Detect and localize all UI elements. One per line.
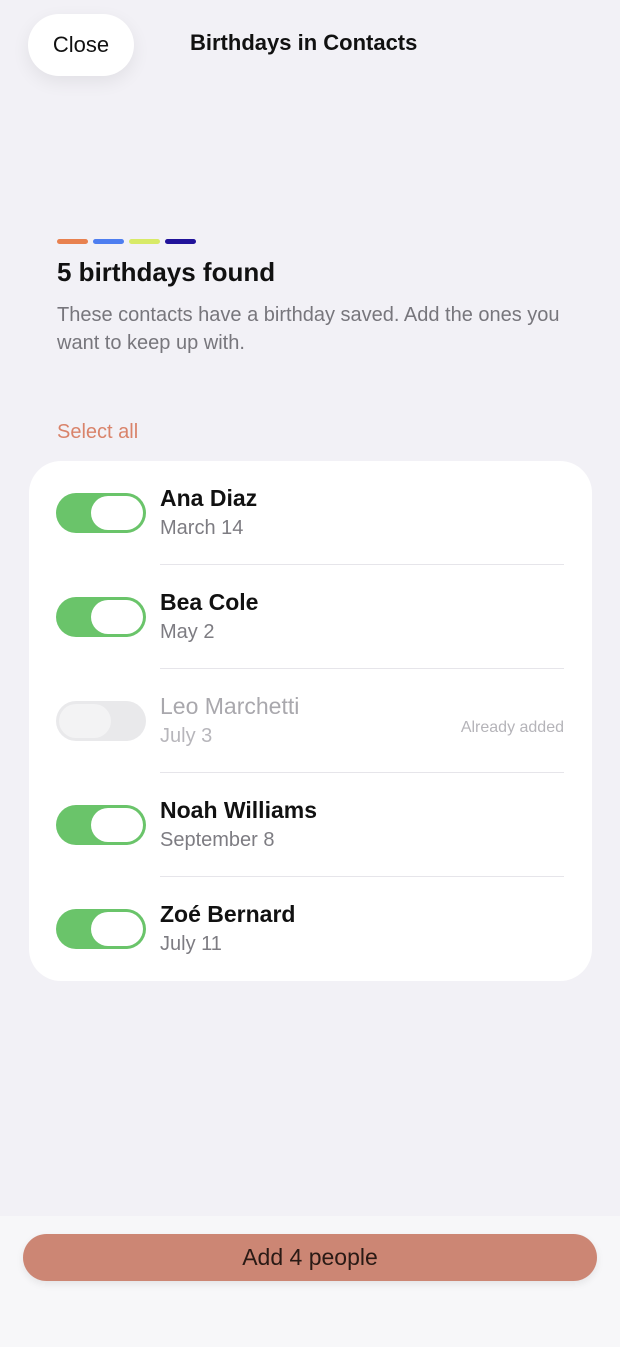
contact-birthday: September 8 (160, 829, 275, 851)
page-description: These contacts have a birthday saved. Ad… (57, 304, 560, 354)
toggle-knob (59, 704, 111, 738)
toggle-knob (91, 808, 143, 842)
close-button[interactable]: Close (28, 14, 134, 76)
nav-title: Birthdays in Contacts (190, 30, 418, 55)
toggle-knob (91, 600, 143, 634)
list-item[interactable]: Noah Williams September 8 (29, 773, 592, 877)
contact-birthday: July 3 (160, 725, 213, 747)
contact-toggle[interactable] (56, 597, 146, 637)
select-all-button[interactable]: Select all (57, 421, 138, 444)
list-item: Leo Marchetti July 3 Already added (29, 669, 592, 773)
accent-dash-orange (57, 239, 88, 244)
contact-name: Leo Marchetti (160, 693, 300, 719)
list-item[interactable]: Zoé Bernard July 11 (29, 877, 592, 981)
list-item[interactable]: Bea Cole May 2 (29, 565, 592, 669)
color-dashes (57, 239, 196, 244)
contact-birthday: July 11 (160, 933, 222, 955)
contact-birthday: March 14 (160, 517, 244, 539)
contact-name: Zoé Bernard (160, 901, 296, 927)
contact-toggle (56, 701, 146, 741)
accent-dash-blue (93, 239, 124, 244)
birthdays-screen: Close Birthdays in Contacts 5 birthdays … (0, 0, 620, 1347)
contact-toggle[interactable] (56, 493, 146, 533)
list-item[interactable]: Ana Diaz March 14 (29, 461, 592, 565)
contact-name: Noah Williams (160, 797, 317, 823)
contact-name: Ana Diaz (160, 485, 258, 511)
contacts-list: Ana Diaz March 14 Bea Cole May 2 Leo Mar… (29, 461, 592, 981)
add-people-button[interactable]: Add 4 people (23, 1234, 597, 1281)
accent-dash-lime (129, 239, 160, 244)
already-added-label: Already added (460, 719, 564, 736)
toggle-knob (91, 496, 143, 530)
contact-toggle[interactable] (56, 805, 146, 845)
toggle-knob (91, 912, 143, 946)
contact-toggle[interactable] (56, 909, 146, 949)
accent-dash-indigo (165, 239, 196, 244)
page-heading: 5 birthdays found (57, 257, 276, 287)
contact-name: Bea Cole (160, 589, 259, 615)
contact-birthday: May 2 (160, 621, 215, 643)
